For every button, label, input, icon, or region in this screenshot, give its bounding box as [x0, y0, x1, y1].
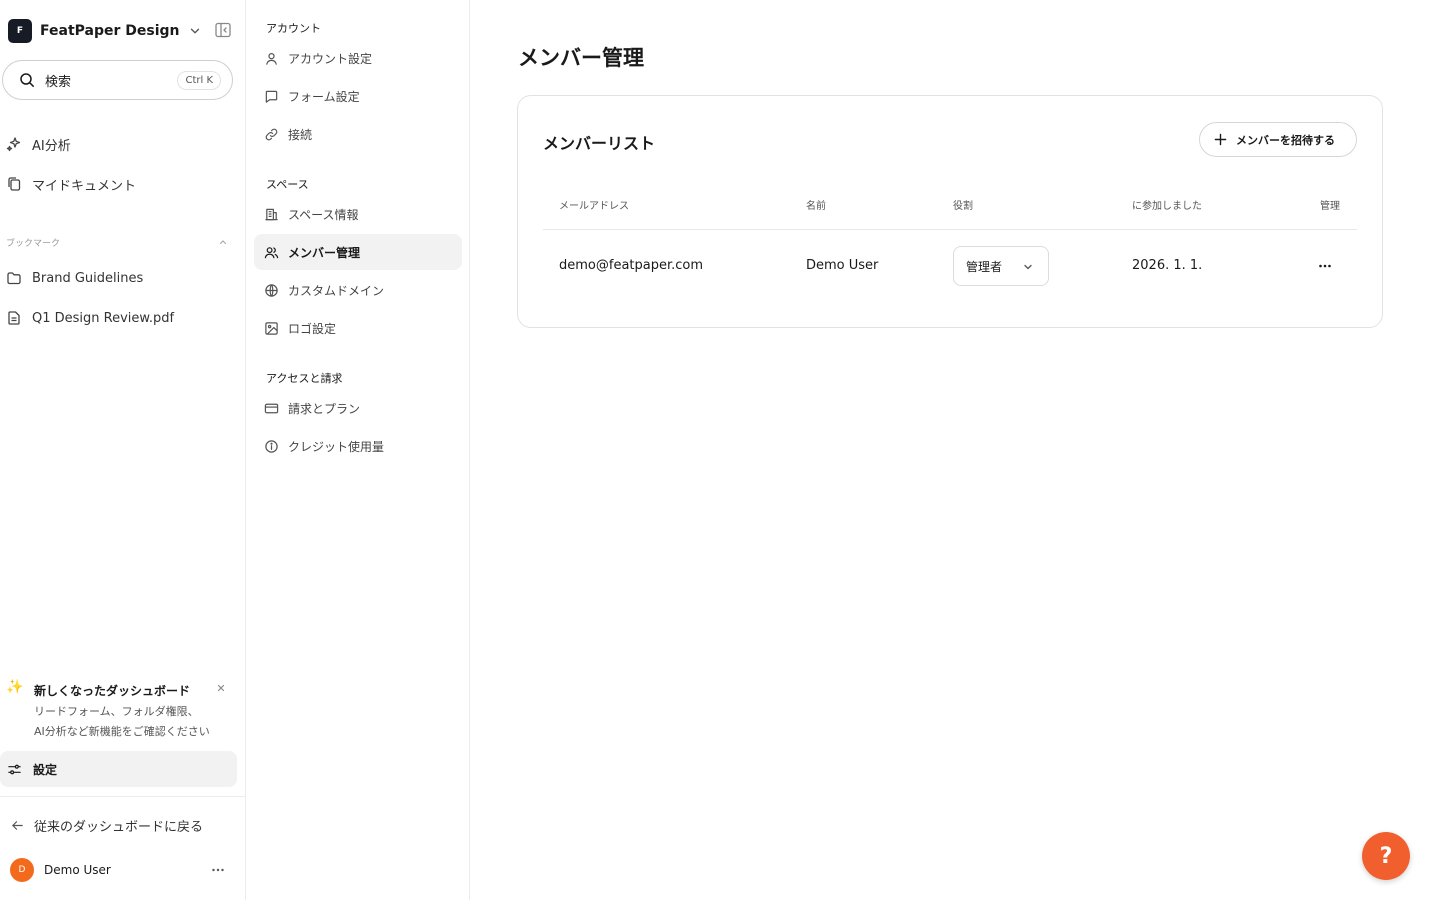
settings-nav: アカウント アカウント設定 フォーム設定 接続 スペース スペース情報 メンバー… [246, 0, 470, 900]
notice-text-line-2: AI分析など新機能をご確認ください [34, 725, 210, 738]
sidebar-item-label: AI分析 [32, 138, 71, 154]
invite-button-label: メンバーを招待する [1236, 133, 1335, 147]
notice-text-line-1: リードフォーム、フォルダ権限、 [34, 705, 199, 718]
globe-icon [265, 283, 278, 297]
workspace-name: FeatPaper Design [40, 23, 180, 39]
users-icon [264, 246, 279, 258]
invite-member-button[interactable]: メンバーを招待する [1199, 122, 1357, 157]
member-name: Demo User [806, 258, 879, 273]
nav-item-label: カスタムドメイン [288, 283, 385, 298]
bookmarks-label: ブックマーク [6, 238, 61, 249]
search-shortcut-badge: Ctrl K [177, 71, 221, 90]
nav-item-label: スペース情報 [288, 207, 359, 222]
back-link-label: 従来のダッシュボードに戻る [34, 819, 204, 835]
sparkles-icon [6, 137, 21, 152]
avatar: D [10, 858, 34, 882]
building-icon [265, 208, 278, 220]
more-horizontal-icon[interactable] [210, 863, 226, 877]
user-menu[interactable]: D Demo User [10, 857, 228, 883]
nav-item-label: クレジット使用量 [288, 439, 385, 454]
search-label: 検索 [45, 74, 72, 90]
sidebar-item-label: マイドキュメント [32, 178, 137, 194]
back-to-classic-dashboard-link[interactable]: 従来のダッシュボードに戻る [10, 814, 203, 836]
member-email: demo@featpaper.com [559, 258, 704, 273]
nav-item-label: アカウント設定 [288, 51, 373, 66]
sidebar: F FeatPaper Design 検索 Ctrl K AI分析 マイドキュメ… [0, 0, 246, 900]
search-input[interactable]: 検索 Ctrl K [2, 60, 233, 100]
bookmark-label: Q1 Design Review.pdf [32, 310, 175, 326]
file-icon [8, 311, 20, 325]
nav-item-label: ロゴ設定 [288, 321, 337, 336]
folder-icon [7, 272, 21, 285]
nav-item-label: フォーム設定 [288, 89, 360, 104]
bookmark-item-brand-guidelines[interactable]: Brand Guidelines [6, 266, 143, 290]
sliders-icon [8, 764, 21, 774]
nav-item-logo-settings[interactable]: ロゴ設定 [254, 310, 462, 346]
image-icon [265, 321, 278, 335]
close-icon[interactable] [216, 683, 226, 693]
sidebar-collapse-icon[interactable] [214, 21, 232, 39]
page-title: メンバー管理 [518, 46, 644, 70]
link-icon [265, 128, 278, 140]
workspace-logo: F [8, 19, 32, 43]
bookmark-item-q1-design-review[interactable]: Q1 Design Review.pdf [6, 306, 174, 330]
role-select[interactable]: 管理者 [953, 246, 1049, 286]
nav-section-access-billing: アクセスと請求 [266, 372, 343, 385]
bookmark-label: Brand Guidelines [32, 270, 144, 286]
whats-new-notice[interactable]: ✨ 新しくなったダッシュボード リードフォーム、フォルダ権限、 AI分析など新機… [6, 676, 234, 740]
search-icon [20, 73, 34, 87]
message-square-icon [265, 90, 278, 103]
nav-item-space-info[interactable]: スペース情報 [254, 196, 462, 232]
chevron-up-icon [219, 240, 227, 245]
nav-item-form-settings[interactable]: フォーム設定 [254, 78, 462, 114]
credit-card-icon [264, 403, 279, 413]
nav-item-label: 請求とプラン [288, 401, 361, 416]
table-header-divider [543, 229, 1357, 230]
nav-item-account-settings[interactable]: アカウント設定 [254, 40, 462, 76]
info-icon [265, 439, 278, 453]
user-icon [266, 52, 277, 65]
column-header-joined: に参加しました [1132, 201, 1202, 212]
chevron-down-icon [190, 28, 199, 34]
column-header-name: 名前 [806, 201, 826, 212]
notice-title: 新しくなったダッシュボード [34, 684, 191, 698]
nav-item-credit-usage[interactable]: クレジット使用量 [254, 428, 462, 464]
sidebar-item-settings[interactable]: 設定 [0, 751, 237, 787]
column-header-manage: 管理 [1320, 201, 1340, 212]
role-select-value: 管理者 [966, 259, 1003, 274]
sidebar-divider [0, 796, 245, 797]
sidebar-item-ai-analysis[interactable]: AI分析 [6, 132, 71, 156]
sparkle-icon: ✨ [6, 679, 24, 695]
bookmarks-header[interactable]: ブックマーク [6, 234, 228, 250]
main-content: メンバー管理 メンバーリスト メンバーを招待する メールアドレス 名前 役割 に… [470, 0, 1430, 900]
arrow-left-icon [12, 820, 23, 830]
settings-label: 設定 [33, 762, 58, 777]
card-title: メンバーリスト [543, 134, 656, 153]
column-header-role: 役割 [953, 201, 973, 212]
sidebar-item-my-documents[interactable]: マイドキュメント [6, 172, 136, 196]
member-list-card: メンバーリスト メンバーを招待する メールアドレス 名前 役割 に参加しました … [517, 95, 1383, 328]
help-button[interactable]: ? [1362, 832, 1410, 880]
nav-item-label: 接続 [288, 127, 313, 142]
nav-section-account: アカウント [266, 22, 321, 35]
chevron-down-icon [1024, 264, 1032, 270]
member-joined-date: 2026. 1. 1. [1132, 258, 1203, 273]
nav-item-billing-plan[interactable]: 請求とプラン [254, 390, 462, 426]
nav-item-member-management[interactable]: メンバー管理 [254, 234, 462, 270]
nav-item-connections[interactable]: 接続 [254, 116, 462, 152]
plus-icon [1214, 133, 1227, 146]
documents-icon [8, 177, 21, 191]
nav-item-label: メンバー管理 [288, 245, 361, 260]
workspace-switcher[interactable]: F FeatPaper Design [8, 18, 202, 44]
user-name: Demo User [44, 863, 111, 877]
nav-section-space: スペース [266, 178, 309, 191]
more-horizontal-icon[interactable] [1317, 259, 1333, 273]
column-header-email: メールアドレス [559, 201, 629, 212]
nav-item-custom-domain[interactable]: カスタムドメイン [254, 272, 462, 308]
